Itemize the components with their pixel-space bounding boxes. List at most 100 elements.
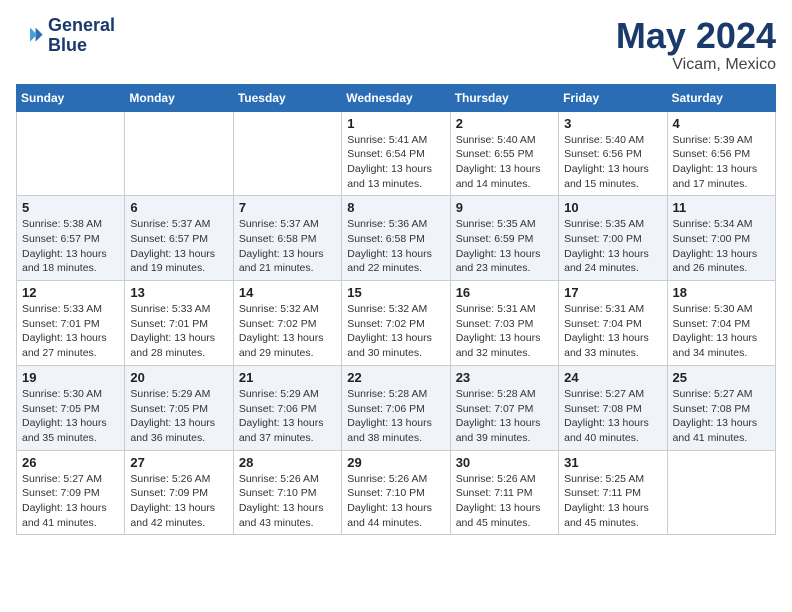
day-info: Sunrise: 5:27 AM Sunset: 7:09 PM Dayligh… [22, 472, 119, 531]
calendar-cell: 29Sunrise: 5:26 AM Sunset: 7:10 PM Dayli… [342, 450, 450, 535]
calendar-cell: 13 Sunrise: 5:33 AM Sunset: 7:01 PM Dayli… [125, 281, 233, 366]
day-number: 9 [456, 200, 553, 215]
weekday-header: Monday [125, 84, 233, 111]
calendar-cell: 26Sunrise: 5:27 AM Sunset: 7:09 PM Dayli… [17, 450, 125, 535]
day-number: 27 [130, 455, 227, 470]
day-info: Sunrise: 5:37 AM Sunset: 6:58 PM Dayligh… [239, 217, 336, 276]
day-number: 21 [239, 370, 336, 385]
day-info: Sunrise: 5:25 AM Sunset: 7:11 PM Dayligh… [564, 472, 661, 531]
day-number: 23 [456, 370, 553, 385]
day-number: 18 [673, 285, 770, 300]
weekday-header: Thursday [450, 84, 558, 111]
calendar-cell: 24 Sunrise: 5:27 AM Sunset: 7:08 PM Dayli… [559, 365, 667, 450]
day-number: 28 [239, 455, 336, 470]
page-header: General Blue May 2024 Vicam, Mexico [16, 16, 776, 74]
calendar-cell: 11Sunrise: 5:34 AM Sunset: 7:00 PM Dayli… [667, 196, 775, 281]
day-info: Sunrise: 5:37 AM Sunset: 6:57 PM Dayligh… [130, 217, 227, 276]
calendar-cell: 16Sunrise: 5:31 AM Sunset: 7:03 PM Dayli… [450, 281, 558, 366]
day-number: 7 [239, 200, 336, 215]
calendar-cell: 17Sunrise: 5:31 AM Sunset: 7:04 PM Dayli… [559, 281, 667, 366]
calendar-cell: 8 Sunrise: 5:36 AM Sunset: 6:58 PM Daylig… [342, 196, 450, 281]
calendar-cell: 6 Sunrise: 5:37 AM Sunset: 6:57 PM Daylig… [125, 196, 233, 281]
weekday-row: SundayMondayTuesdayWednesdayThursdayFrid… [17, 84, 776, 111]
day-info: Sunrise: 5:30 AM Sunset: 7:05 PM Dayligh… [22, 387, 119, 446]
logo: General Blue [16, 16, 115, 56]
calendar-cell: 27 Sunrise: 5:26 AM Sunset: 7:09 PM Dayli… [125, 450, 233, 535]
day-info: Sunrise: 5:31 AM Sunset: 7:04 PM Dayligh… [564, 302, 661, 361]
calendar-cell: 25Sunrise: 5:27 AM Sunset: 7:08 PM Dayli… [667, 365, 775, 450]
calendar-cell: 20Sunrise: 5:29 AM Sunset: 7:05 PM Dayli… [125, 365, 233, 450]
day-info: Sunrise: 5:26 AM Sunset: 7:11 PM Dayligh… [456, 472, 553, 531]
calendar-cell: 7 Sunrise: 5:37 AM Sunset: 6:58 PM Daylig… [233, 196, 341, 281]
calendar-cell: 9Sunrise: 5:35 AM Sunset: 6:59 PM Daylig… [450, 196, 558, 281]
calendar-cell: 2 Sunrise: 5:40 AM Sunset: 6:55 PM Daylig… [450, 111, 558, 196]
weekday-header: Wednesday [342, 84, 450, 111]
day-number: 13 [130, 285, 227, 300]
calendar-cell [125, 111, 233, 196]
calendar-cell [17, 111, 125, 196]
calendar-header: SundayMondayTuesdayWednesdayThursdayFrid… [17, 84, 776, 111]
day-info: Sunrise: 5:26 AM Sunset: 7:10 PM Dayligh… [347, 472, 444, 531]
logo-line1: General [48, 16, 115, 36]
calendar-cell: 5 Sunrise: 5:38 AM Sunset: 6:57 PM Daylig… [17, 196, 125, 281]
day-info: Sunrise: 5:41 AM Sunset: 6:54 PM Dayligh… [347, 133, 444, 192]
calendar-cell: 4 Sunrise: 5:39 AM Sunset: 6:56 PM Daylig… [667, 111, 775, 196]
calendar-cell: 31Sunrise: 5:25 AM Sunset: 7:11 PM Dayli… [559, 450, 667, 535]
weekday-header: Sunday [17, 84, 125, 111]
calendar-week-row: 1 Sunrise: 5:41 AM Sunset: 6:54 PM Daylig… [17, 111, 776, 196]
day-info: Sunrise: 5:33 AM Sunset: 7:01 PM Dayligh… [130, 302, 227, 361]
day-info: Sunrise: 5:32 AM Sunset: 7:02 PM Dayligh… [347, 302, 444, 361]
day-number: 3 [564, 116, 661, 131]
calendar-subtitle: Vicam, Mexico [616, 56, 776, 74]
calendar-cell: 30 Sunrise: 5:26 AM Sunset: 7:11 PM Dayli… [450, 450, 558, 535]
day-info: Sunrise: 5:30 AM Sunset: 7:04 PM Dayligh… [673, 302, 770, 361]
day-info: Sunrise: 5:38 AM Sunset: 6:57 PM Dayligh… [22, 217, 119, 276]
weekday-header: Saturday [667, 84, 775, 111]
day-number: 12 [22, 285, 119, 300]
calendar-cell: 1 Sunrise: 5:41 AM Sunset: 6:54 PM Daylig… [342, 111, 450, 196]
calendar-cell: 23 Sunrise: 5:28 AM Sunset: 7:07 PM Dayli… [450, 365, 558, 450]
day-info: Sunrise: 5:29 AM Sunset: 7:06 PM Dayligh… [239, 387, 336, 446]
logo-line2: Blue [48, 36, 115, 56]
day-info: Sunrise: 5:40 AM Sunset: 6:55 PM Dayligh… [456, 133, 553, 192]
calendar-body: 1 Sunrise: 5:41 AM Sunset: 6:54 PM Daylig… [17, 111, 776, 535]
day-number: 4 [673, 116, 770, 131]
title-block: May 2024 Vicam, Mexico [616, 16, 776, 74]
calendar-cell: 10 Sunrise: 5:35 AM Sunset: 7:00 PM Dayli… [559, 196, 667, 281]
calendar-cell [667, 450, 775, 535]
logo-text: General Blue [48, 16, 115, 56]
calendar-cell: 18 Sunrise: 5:30 AM Sunset: 7:04 PM Dayli… [667, 281, 775, 366]
calendar-week-row: 5 Sunrise: 5:38 AM Sunset: 6:57 PM Daylig… [17, 196, 776, 281]
day-number: 25 [673, 370, 770, 385]
calendar-cell: 12Sunrise: 5:33 AM Sunset: 7:01 PM Dayli… [17, 281, 125, 366]
day-info: Sunrise: 5:26 AM Sunset: 7:09 PM Dayligh… [130, 472, 227, 531]
day-info: Sunrise: 5:36 AM Sunset: 6:58 PM Dayligh… [347, 217, 444, 276]
day-number: 6 [130, 200, 227, 215]
day-info: Sunrise: 5:28 AM Sunset: 7:07 PM Dayligh… [456, 387, 553, 446]
day-info: Sunrise: 5:35 AM Sunset: 7:00 PM Dayligh… [564, 217, 661, 276]
calendar-week-row: 26Sunrise: 5:27 AM Sunset: 7:09 PM Dayli… [17, 450, 776, 535]
day-info: Sunrise: 5:39 AM Sunset: 6:56 PM Dayligh… [673, 133, 770, 192]
day-info: Sunrise: 5:27 AM Sunset: 7:08 PM Dayligh… [564, 387, 661, 446]
weekday-header: Friday [559, 84, 667, 111]
day-number: 2 [456, 116, 553, 131]
day-info: Sunrise: 5:40 AM Sunset: 6:56 PM Dayligh… [564, 133, 661, 192]
day-number: 30 [456, 455, 553, 470]
day-number: 24 [564, 370, 661, 385]
day-number: 22 [347, 370, 444, 385]
calendar-week-row: 19Sunrise: 5:30 AM Sunset: 7:05 PM Dayli… [17, 365, 776, 450]
logo-icon [16, 22, 44, 50]
weekday-header: Tuesday [233, 84, 341, 111]
calendar-table: SundayMondayTuesdayWednesdayThursdayFrid… [16, 84, 776, 536]
day-number: 10 [564, 200, 661, 215]
day-number: 1 [347, 116, 444, 131]
calendar-cell: 21 Sunrise: 5:29 AM Sunset: 7:06 PM Dayli… [233, 365, 341, 450]
day-number: 8 [347, 200, 444, 215]
day-info: Sunrise: 5:29 AM Sunset: 7:05 PM Dayligh… [130, 387, 227, 446]
calendar-cell: 28 Sunrise: 5:26 AM Sunset: 7:10 PM Dayli… [233, 450, 341, 535]
calendar-cell [233, 111, 341, 196]
calendar-week-row: 12 Sunrise: 5:33 AM Sunset: 7:01 PM Dayli… [17, 281, 776, 366]
day-number: 5 [22, 200, 119, 215]
day-info: Sunrise: 5:34 AM Sunset: 7:00 PM Dayligh… [673, 217, 770, 276]
day-info: Sunrise: 5:26 AM Sunset: 7:10 PM Dayligh… [239, 472, 336, 531]
